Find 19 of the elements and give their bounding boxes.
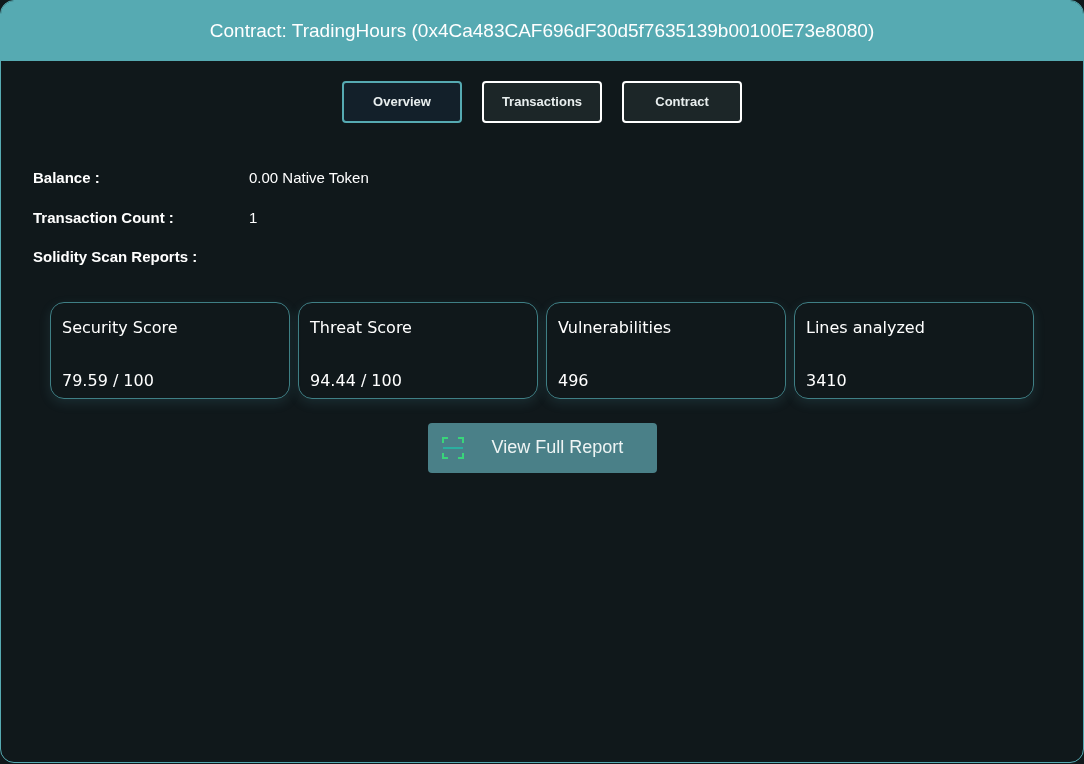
card-title: Threat Score xyxy=(310,316,413,339)
window-title: Contract: TradingHours (0x4Ca483CAF696dF30d5f7635139b00100E73e8080) xyxy=(1,1,1083,61)
card-value: 496 xyxy=(558,369,590,392)
detail-label: Solidity Scan Reports : xyxy=(33,247,199,267)
card-value: 3410 xyxy=(806,369,848,392)
view-report-button[interactable]: View Full Report xyxy=(427,422,657,473)
card-title: Vulnerabilities xyxy=(558,316,673,339)
tab[interactable]: Contract xyxy=(622,81,742,123)
detail-value: 0.00 Native Token xyxy=(249,168,369,188)
card-title: Security Score xyxy=(62,316,179,339)
tab[interactable]: Transactions xyxy=(482,81,602,123)
card-value: 79.59 / 100 xyxy=(62,369,155,392)
detail-value: 1 xyxy=(249,207,258,228)
detail-label: Transaction Count : xyxy=(33,207,175,228)
detail-label: Balance : xyxy=(33,168,101,188)
card-title: Lines analyzed xyxy=(806,316,926,339)
card-value: 94.44 / 100 xyxy=(310,369,403,392)
scan-icon xyxy=(441,436,464,459)
tab[interactable]: Overview xyxy=(342,81,462,123)
